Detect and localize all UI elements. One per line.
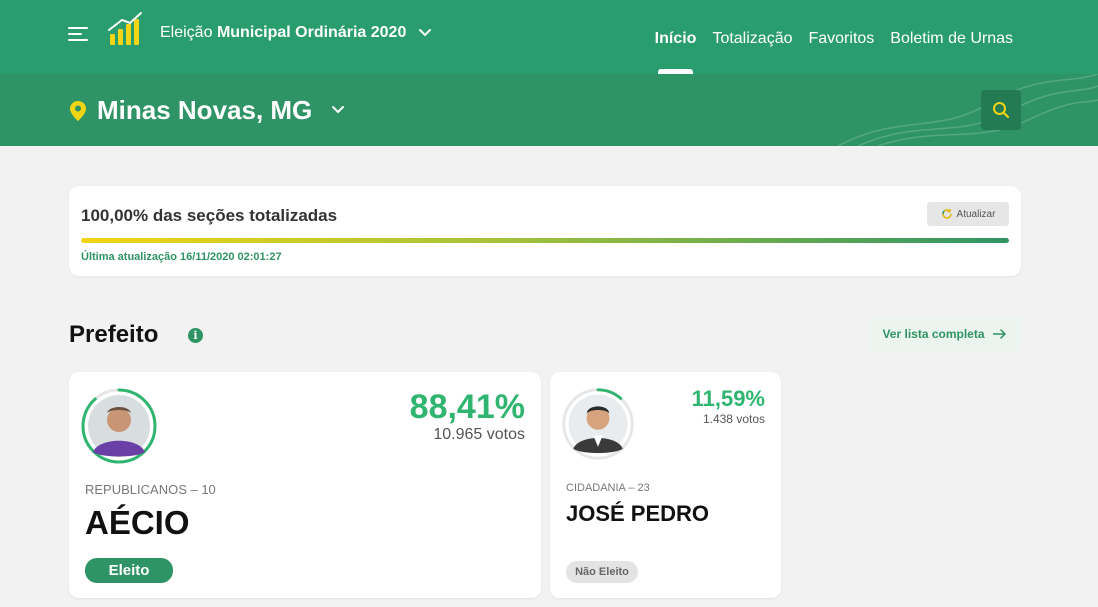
nav-boletim-de-urnas[interactable]: Boletim de Urnas <box>890 30 1013 48</box>
progress-bar-fill <box>81 238 1009 243</box>
vote-percentage: 11,59% <box>691 386 765 411</box>
map-pin-icon <box>70 101 86 121</box>
election-selector[interactable]: Eleição Municipal Ordinária 2020 <box>160 24 431 42</box>
candidate-card[interactable]: 88,41% 10.965 votos REPUBLICANOS – 10 AÉ… <box>69 372 541 598</box>
nav-favoritos[interactable]: Favoritos <box>808 30 874 48</box>
totalization-progress-card: 100,00% das seções totalizadas Atualizar… <box>69 186 1021 276</box>
arrow-right-icon <box>992 329 1006 339</box>
location-name[interactable]: Minas Novas, MG <box>97 95 312 126</box>
vote-count: 10.965 votos <box>433 426 525 443</box>
vote-percentage: 88,41% <box>409 388 525 426</box>
menu-hamburger-icon[interactable] <box>68 27 88 41</box>
candidate-card[interactable]: 11,59% 1.438 votos CIDADANIA – 23 JOSÉ P… <box>550 372 781 598</box>
main-nav: Início Totalização Favoritos Boletim de … <box>655 30 1013 75</box>
progress-bar <box>81 238 1009 243</box>
section-title-prefeito: Prefeito <box>69 321 159 348</box>
candidate-avatar <box>562 388 634 460</box>
search-icon <box>993 102 1010 119</box>
refresh-icon <box>941 209 952 219</box>
nav-totalizacao[interactable]: Totalização <box>712 30 792 48</box>
chevron-down-icon[interactable] <box>331 105 345 114</box>
search-button[interactable] <box>981 90 1021 130</box>
status-badge: Não Eleito <box>566 561 638 583</box>
progress-title: 100,00% das seções totalizadas <box>81 206 338 225</box>
chevron-down-icon <box>418 28 431 37</box>
refresh-label: Atualizar <box>956 208 996 220</box>
bar-chart-logo-icon[interactable] <box>108 12 142 46</box>
candidate-name: JOSÉ PEDRO <box>566 501 710 526</box>
vote-count: 1.438 votos <box>702 412 765 426</box>
top-header: Eleição Municipal Ordinária 2020 Início … <box>0 0 1098 75</box>
last-updated-text: Última atualização 16/11/2020 02:01:27 <box>81 251 282 263</box>
location-bar: Minas Novas, MG <box>0 74 1098 146</box>
status-badge: Eleito <box>85 558 173 583</box>
party-and-number: CIDADANIA – 23 <box>566 482 650 494</box>
election-name: Municipal Ordinária 2020 <box>216 24 407 41</box>
view-full-list-label: Ver lista completa <box>882 327 985 341</box>
party-and-number: REPUBLICANOS – 10 <box>85 482 216 497</box>
nav-inicio[interactable]: Início <box>655 30 696 75</box>
election-prefix: Eleição <box>160 24 213 41</box>
decorative-waves <box>838 74 1098 146</box>
view-full-list-button[interactable]: Ver lista completa <box>868 316 1021 352</box>
candidate-name: AÉCIO <box>85 504 190 541</box>
info-icon[interactable]: i <box>188 328 203 343</box>
candidate-avatar <box>81 388 157 464</box>
refresh-button[interactable]: Atualizar <box>927 202 1009 226</box>
